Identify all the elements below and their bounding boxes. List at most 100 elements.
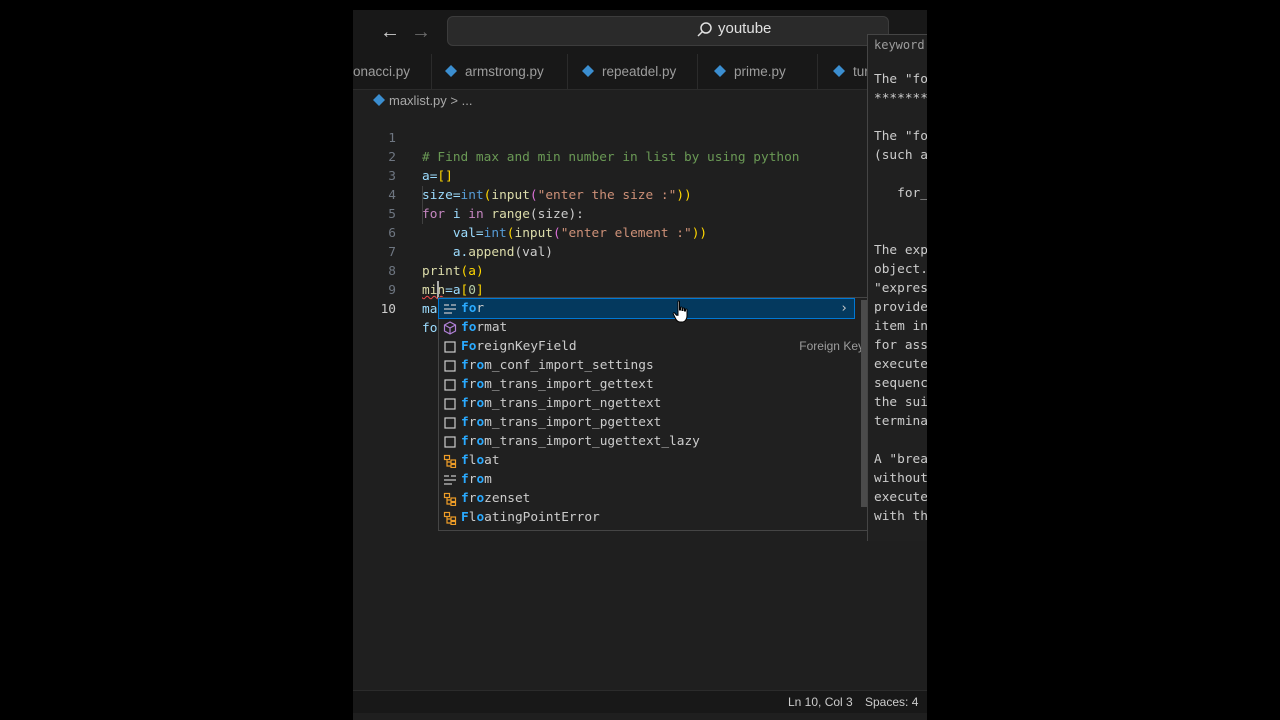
suggestion-match: o bbox=[476, 491, 485, 506]
suggestion-label: m_trans_import_pgettext bbox=[484, 415, 662, 430]
tab-prime[interactable]: prime.py bbox=[714, 54, 786, 89]
tab-armstrong[interactable]: armstrong.py bbox=[445, 54, 544, 89]
text-icon bbox=[444, 379, 456, 391]
suggestion-label: m_trans_import_ugettext_lazy bbox=[484, 434, 700, 449]
tab-fibonacci[interactable]: onacci.py bbox=[353, 54, 410, 89]
tab-turtle[interactable]: tur bbox=[833, 54, 869, 89]
suggestion-label: r bbox=[476, 301, 485, 316]
suggestion-item[interactable]: float bbox=[439, 451, 854, 470]
class-small-icon bbox=[443, 492, 457, 506]
search-icon bbox=[697, 22, 712, 37]
suggestion-detail: Foreign Key bbox=[799, 339, 864, 353]
suggestion-label: at bbox=[484, 453, 500, 468]
code-token: fo bbox=[422, 321, 438, 336]
breadcrumb-separator: > bbox=[450, 93, 459, 108]
command-center-search[interactable]: youtube bbox=[447, 16, 889, 46]
python-file-icon bbox=[714, 65, 726, 77]
code-line: 6 a.append(val) bbox=[353, 205, 868, 260]
python-file-icon bbox=[445, 65, 457, 77]
python-file-icon bbox=[582, 65, 594, 77]
doc-line: with th bbox=[874, 509, 927, 524]
doc-line: (such a bbox=[874, 148, 927, 163]
forward-arrow-icon[interactable]: → bbox=[409, 20, 433, 44]
suggestion-match: F bbox=[461, 510, 469, 525]
class-icon bbox=[443, 321, 457, 335]
suggestion-item[interactable]: format bbox=[439, 318, 854, 337]
python-file-icon bbox=[833, 65, 845, 77]
suggestion-match: fo bbox=[461, 320, 477, 335]
text-icon bbox=[444, 360, 456, 372]
doc-line: for_ bbox=[874, 186, 927, 201]
doc-line: provide bbox=[874, 300, 927, 315]
code-line: 9 max=a[0] bbox=[353, 262, 868, 317]
suggestion-match: o bbox=[476, 453, 485, 468]
text-icon bbox=[444, 436, 456, 448]
suggestion-label: reignKeyField bbox=[476, 339, 577, 354]
suggestion-item[interactable]: from_trans_import_ugettext_lazy bbox=[439, 432, 854, 451]
suggestion-match: f bbox=[461, 415, 469, 430]
doc-line: object. bbox=[874, 262, 927, 277]
suggestion-item[interactable]: FloatingPointError bbox=[439, 508, 854, 527]
tab-divider bbox=[697, 54, 698, 89]
back-arrow-icon[interactable]: ← bbox=[378, 20, 402, 44]
doc-line: "expres bbox=[874, 281, 927, 296]
doc-line: keyword bbox=[874, 38, 925, 52]
doc-line: execute bbox=[874, 490, 927, 505]
text-icon bbox=[444, 341, 456, 353]
editor-window: ← → youtube onacci.py armstrong.py repea… bbox=[353, 10, 927, 720]
suggestion-match: o bbox=[476, 510, 485, 525]
suggestion-item[interactable]: for › bbox=[438, 298, 855, 319]
suggestion-label: atingPointError bbox=[484, 510, 600, 525]
suggestion-match: o bbox=[476, 434, 485, 449]
doc-line: sequenc bbox=[874, 376, 927, 391]
suggestion-item[interactable]: ForeignKeyField Foreign Key bbox=[439, 337, 864, 356]
hand-cursor-icon bbox=[672, 300, 688, 323]
suggestion-match: o bbox=[476, 472, 485, 487]
suggestion-match: f bbox=[461, 472, 469, 487]
code-line: 8 min=a[0] bbox=[353, 243, 868, 298]
doc-line: the sui bbox=[874, 395, 927, 410]
tab-label: repeatdel.py bbox=[602, 64, 677, 79]
suggestion-item[interactable]: frozenset bbox=[439, 489, 854, 508]
suggestion-match: f bbox=[461, 491, 469, 506]
suggestion-item[interactable]: from_trans_import_pgettext bbox=[439, 413, 854, 432]
suggestion-item[interactable]: from_conf_import_settings bbox=[439, 356, 854, 375]
cursor-position[interactable]: Ln 10, Col 3 bbox=[788, 691, 853, 713]
doc-line: The "fo bbox=[874, 72, 927, 87]
suggestion-label: m_trans_import_ngettext bbox=[484, 396, 662, 411]
suggestion-match: f bbox=[461, 358, 469, 373]
suggestion-item[interactable]: from bbox=[439, 470, 854, 489]
suggestion-widget[interactable]: for › format ForeignKeyField Foreign Key… bbox=[438, 297, 869, 531]
doc-line: The "fo bbox=[874, 129, 927, 144]
suggestion-match: o bbox=[476, 377, 485, 392]
suggestion-match: fo bbox=[461, 301, 477, 316]
suggestion-match: Fo bbox=[461, 339, 477, 354]
doc-line: The exp bbox=[874, 243, 927, 258]
doc-line: ******* bbox=[874, 91, 927, 106]
suggestion-match: o bbox=[476, 358, 485, 373]
suggestion-label: m_trans_import_gettext bbox=[484, 377, 654, 392]
suggestion-match: o bbox=[476, 415, 485, 430]
suggestion-match: f bbox=[461, 453, 469, 468]
python-file-icon bbox=[373, 94, 385, 106]
search-text: youtube bbox=[718, 20, 772, 37]
indentation-setting[interactable]: Spaces: 4 bbox=[865, 691, 918, 713]
suggestion-match: o bbox=[476, 396, 485, 411]
suggestion-match: f bbox=[461, 377, 469, 392]
doc-line: for ass bbox=[874, 338, 927, 353]
text-icon bbox=[444, 398, 456, 410]
code-line: 2 a=[] bbox=[353, 129, 868, 184]
breadcrumb-file[interactable]: maxlist.py bbox=[389, 93, 447, 108]
code-line: 1 # Find max and min number in list by u… bbox=[353, 110, 868, 165]
line-number: 10 bbox=[380, 302, 396, 317]
breadcrumb-symbols[interactable]: ... bbox=[462, 93, 473, 108]
text-icon bbox=[444, 417, 456, 429]
tab-repeatdel[interactable]: repeatdel.py bbox=[582, 54, 676, 89]
tab-divider bbox=[817, 54, 818, 89]
code-line: 3 size=int(input("enter the size :")) bbox=[353, 148, 868, 203]
suggestion-item[interactable]: from_trans_import_gettext bbox=[439, 375, 854, 394]
chevron-right-icon[interactable]: › bbox=[840, 299, 848, 318]
tab-label: prime.py bbox=[734, 64, 786, 79]
tab-divider bbox=[567, 54, 568, 89]
suggestion-item[interactable]: from_trans_import_ngettext bbox=[439, 394, 854, 413]
